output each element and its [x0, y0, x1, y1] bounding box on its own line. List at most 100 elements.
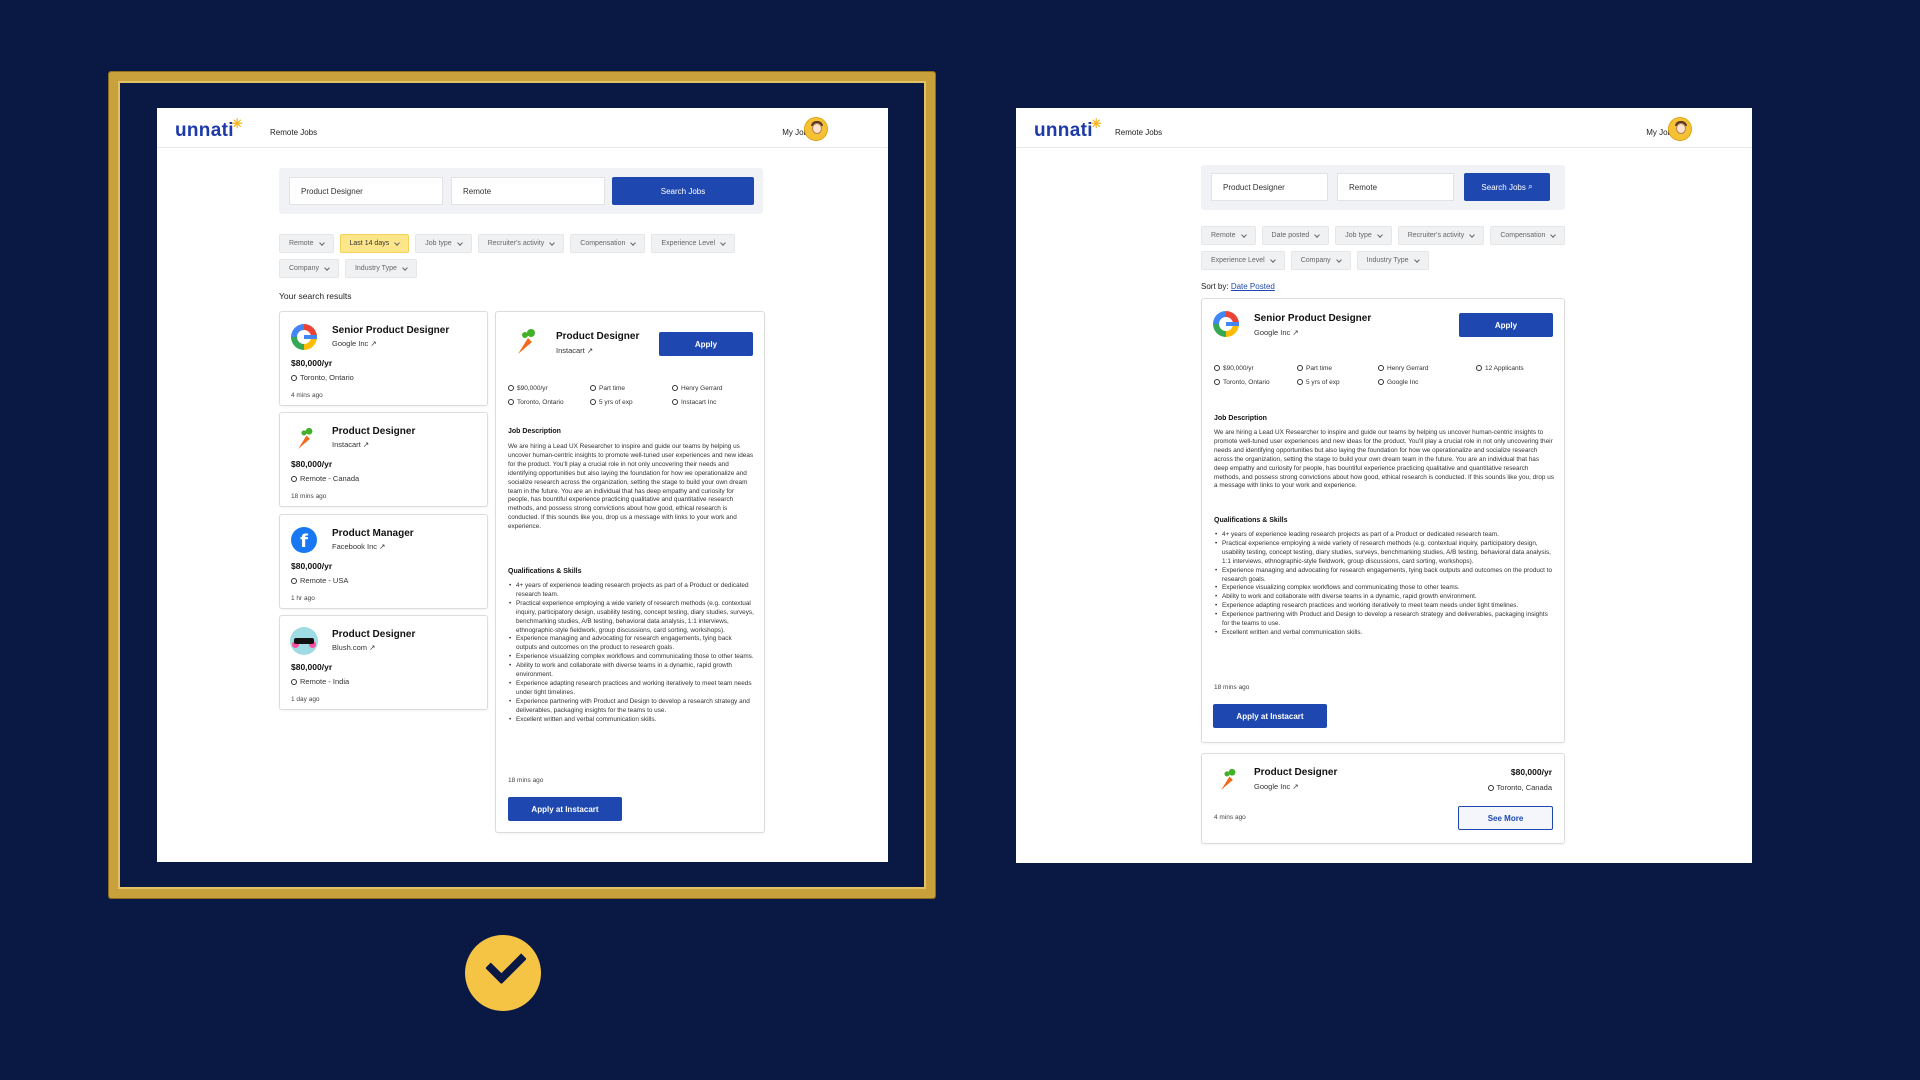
job-description-title: Job Description	[1214, 415, 1267, 422]
nav-remote-jobs[interactable]: Remote Jobs	[270, 128, 317, 137]
avatar[interactable]	[804, 117, 828, 141]
job-card[interactable]: Product Designer Blush.com ↗ $80,000/yr Rem…	[279, 615, 488, 710]
job-card[interactable]: Product Designer Instacart ↗ $80,000/yr Rem…	[279, 412, 488, 507]
sort-by-value[interactable]: Date Posted	[1231, 282, 1275, 291]
apply-at-company-button[interactable]: Apply at Instacart	[508, 797, 622, 821]
location: Remote - India	[291, 677, 349, 686]
filter-chip[interactable]: Industry Type	[344, 259, 417, 278]
job-card[interactable]: f Product Manager Facebook Inc ↗ $80,000/yr…	[279, 514, 488, 609]
filter-chip[interactable]: Company	[1290, 251, 1351, 270]
search-bar: Product Designer Remote Search Jobs ⌕	[1201, 165, 1565, 210]
filter-chip[interactable]: Remote	[279, 234, 334, 253]
qualification-item: Experience adapting research practices a…	[508, 680, 754, 698]
company-link[interactable]: Google Inc ↗	[1254, 328, 1299, 337]
search-jobs-button[interactable]: Search Jobs	[612, 177, 754, 205]
filter-chip[interactable]: Industry Type	[1356, 251, 1429, 270]
job-card[interactable]: Senior Product Designer Google Inc ↗ $80,0…	[279, 311, 488, 406]
instacart-logo	[518, 329, 535, 354]
location: Remote - USA	[291, 576, 348, 585]
chevron-down-icon	[1413, 256, 1420, 263]
experience-meta: 5 yrs of exp	[1297, 379, 1340, 386]
filter-chip[interactable]: Job type	[1335, 226, 1392, 245]
avatar[interactable]	[1668, 117, 1692, 141]
filter-chip[interactable]: Job type	[415, 234, 472, 253]
filter-chip[interactable]: Compensation	[1490, 226, 1566, 245]
apply-button[interactable]: Apply	[659, 332, 753, 356]
posted-time: 18 mins ago	[508, 777, 544, 784]
chevron-down-icon	[1376, 231, 1383, 238]
company-link[interactable]: Instacart ↗	[556, 346, 593, 355]
filter-chip-label: Experience Level	[661, 240, 716, 247]
salary-meta: $90,000/yr	[1214, 365, 1254, 372]
job-title: Senior Product Designer	[1254, 313, 1372, 324]
job-description-title: Job Description	[508, 428, 561, 435]
salary: $80,000/yr	[291, 561, 333, 571]
top-nav: unnati✳ Remote Jobs My Jobs	[1016, 108, 1752, 148]
person-icon	[672, 385, 678, 391]
chevron-down-icon	[1469, 231, 1476, 238]
filter-chip[interactable]: Recruiter's activity	[1397, 226, 1485, 245]
filter-chip[interactable]: Compensation	[570, 234, 646, 253]
brand-logo[interactable]: unnati✳	[1034, 116, 1104, 142]
posted-time: 1 hr ago	[291, 595, 315, 602]
filter-chip[interactable]: Remote	[1201, 226, 1256, 245]
search-location-field[interactable]: Remote	[1337, 173, 1454, 201]
filter-chip-label: Compensation	[580, 240, 626, 247]
filter-chip[interactable]: Recruiter's activity	[477, 234, 565, 253]
briefcase-icon	[590, 399, 596, 405]
filter-chip-label: Date posted	[1271, 232, 1310, 239]
briefcase-icon	[1297, 379, 1303, 385]
job-detail-panel: Product Designer Instacart ↗ Apply $90,0…	[495, 311, 765, 833]
qualification-item: 4+ years of experience leading research …	[1214, 531, 1554, 540]
company-link[interactable]: Google Inc ↗	[332, 339, 377, 348]
filter-chip[interactable]: Experience Level	[651, 234, 736, 253]
search-bar: Product Designer Remote Search Jobs	[279, 168, 763, 214]
apply-at-company-button[interactable]: Apply at Instacart	[1213, 704, 1327, 728]
filter-chip-label: Job type	[1345, 232, 1372, 239]
search-location-field[interactable]: Remote	[451, 177, 605, 205]
search-jobs-button[interactable]: Search Jobs ⌕	[1464, 173, 1550, 201]
qualifications-list: 4+ years of experience leading research …	[508, 582, 754, 725]
qualification-item: Practical experience employing a wide va…	[508, 600, 754, 636]
nav-remote-jobs[interactable]: Remote Jobs	[1115, 128, 1162, 137]
job-card[interactable]: Product Designer Google Inc ↗ $80,000/yr…	[1201, 753, 1565, 844]
filter-chip-label: Industry Type	[1366, 257, 1409, 264]
facebook-logo: f	[291, 527, 317, 553]
clock-icon	[590, 385, 596, 391]
chevron-down-icon	[720, 239, 726, 246]
job-title: Product Designer	[332, 426, 416, 437]
company-link[interactable]: Facebook Inc ↗	[332, 542, 385, 551]
filter-chip[interactable]: Experience Level	[1201, 251, 1285, 270]
filter-chip-label: Remote	[289, 240, 314, 247]
filter-chip-label: Remote	[1211, 232, 1236, 239]
brand-logo[interactable]: unnati✳	[175, 116, 245, 142]
job-title: Product Designer	[332, 629, 416, 640]
filter-chip-label: Company	[1300, 257, 1331, 264]
filter-chip-label: Last 14 days	[349, 240, 390, 247]
qualification-item: Experience managing and advocating for r…	[508, 635, 754, 653]
company-link[interactable]: Google Inc ↗	[1254, 782, 1299, 791]
chevron-down-icon	[1240, 231, 1247, 238]
design-option-b: unnati✳ Remote Jobs My Jobs Product Desi…	[1016, 108, 1752, 863]
search-query-field[interactable]: Product Designer	[1211, 173, 1328, 201]
apply-button[interactable]: Apply	[1459, 313, 1553, 337]
recruiter-meta: Henry Gerrard	[672, 385, 723, 392]
filter-chip[interactable]: Company	[279, 259, 339, 278]
filter-chip[interactable]: Date posted	[1261, 226, 1330, 245]
search-query-field[interactable]: Product Designer	[289, 177, 443, 205]
location-pin-icon	[291, 476, 297, 482]
filter-chip-label: Company	[289, 265, 319, 272]
job-title: Senior Product Designer	[332, 325, 450, 336]
salary: $80,000/yr	[1510, 767, 1552, 777]
filter-chip[interactable]: Last 14 days	[339, 234, 410, 253]
chevron-down-icon	[402, 264, 408, 271]
filter-chip-label: Recruiter's activity	[487, 240, 545, 247]
qualification-item: 4+ years of experience leading research …	[508, 582, 754, 600]
sort-by: Sort by: Date Posted	[1201, 282, 1275, 291]
company-link[interactable]: Blush.com ↗	[332, 643, 375, 652]
clock-icon	[1297, 365, 1303, 371]
see-more-button[interactable]: See More	[1458, 806, 1553, 830]
job-title: Product Designer	[556, 331, 640, 342]
company-link[interactable]: Instacart ↗	[332, 440, 369, 449]
posted-time: 4 mins ago	[1214, 814, 1246, 821]
